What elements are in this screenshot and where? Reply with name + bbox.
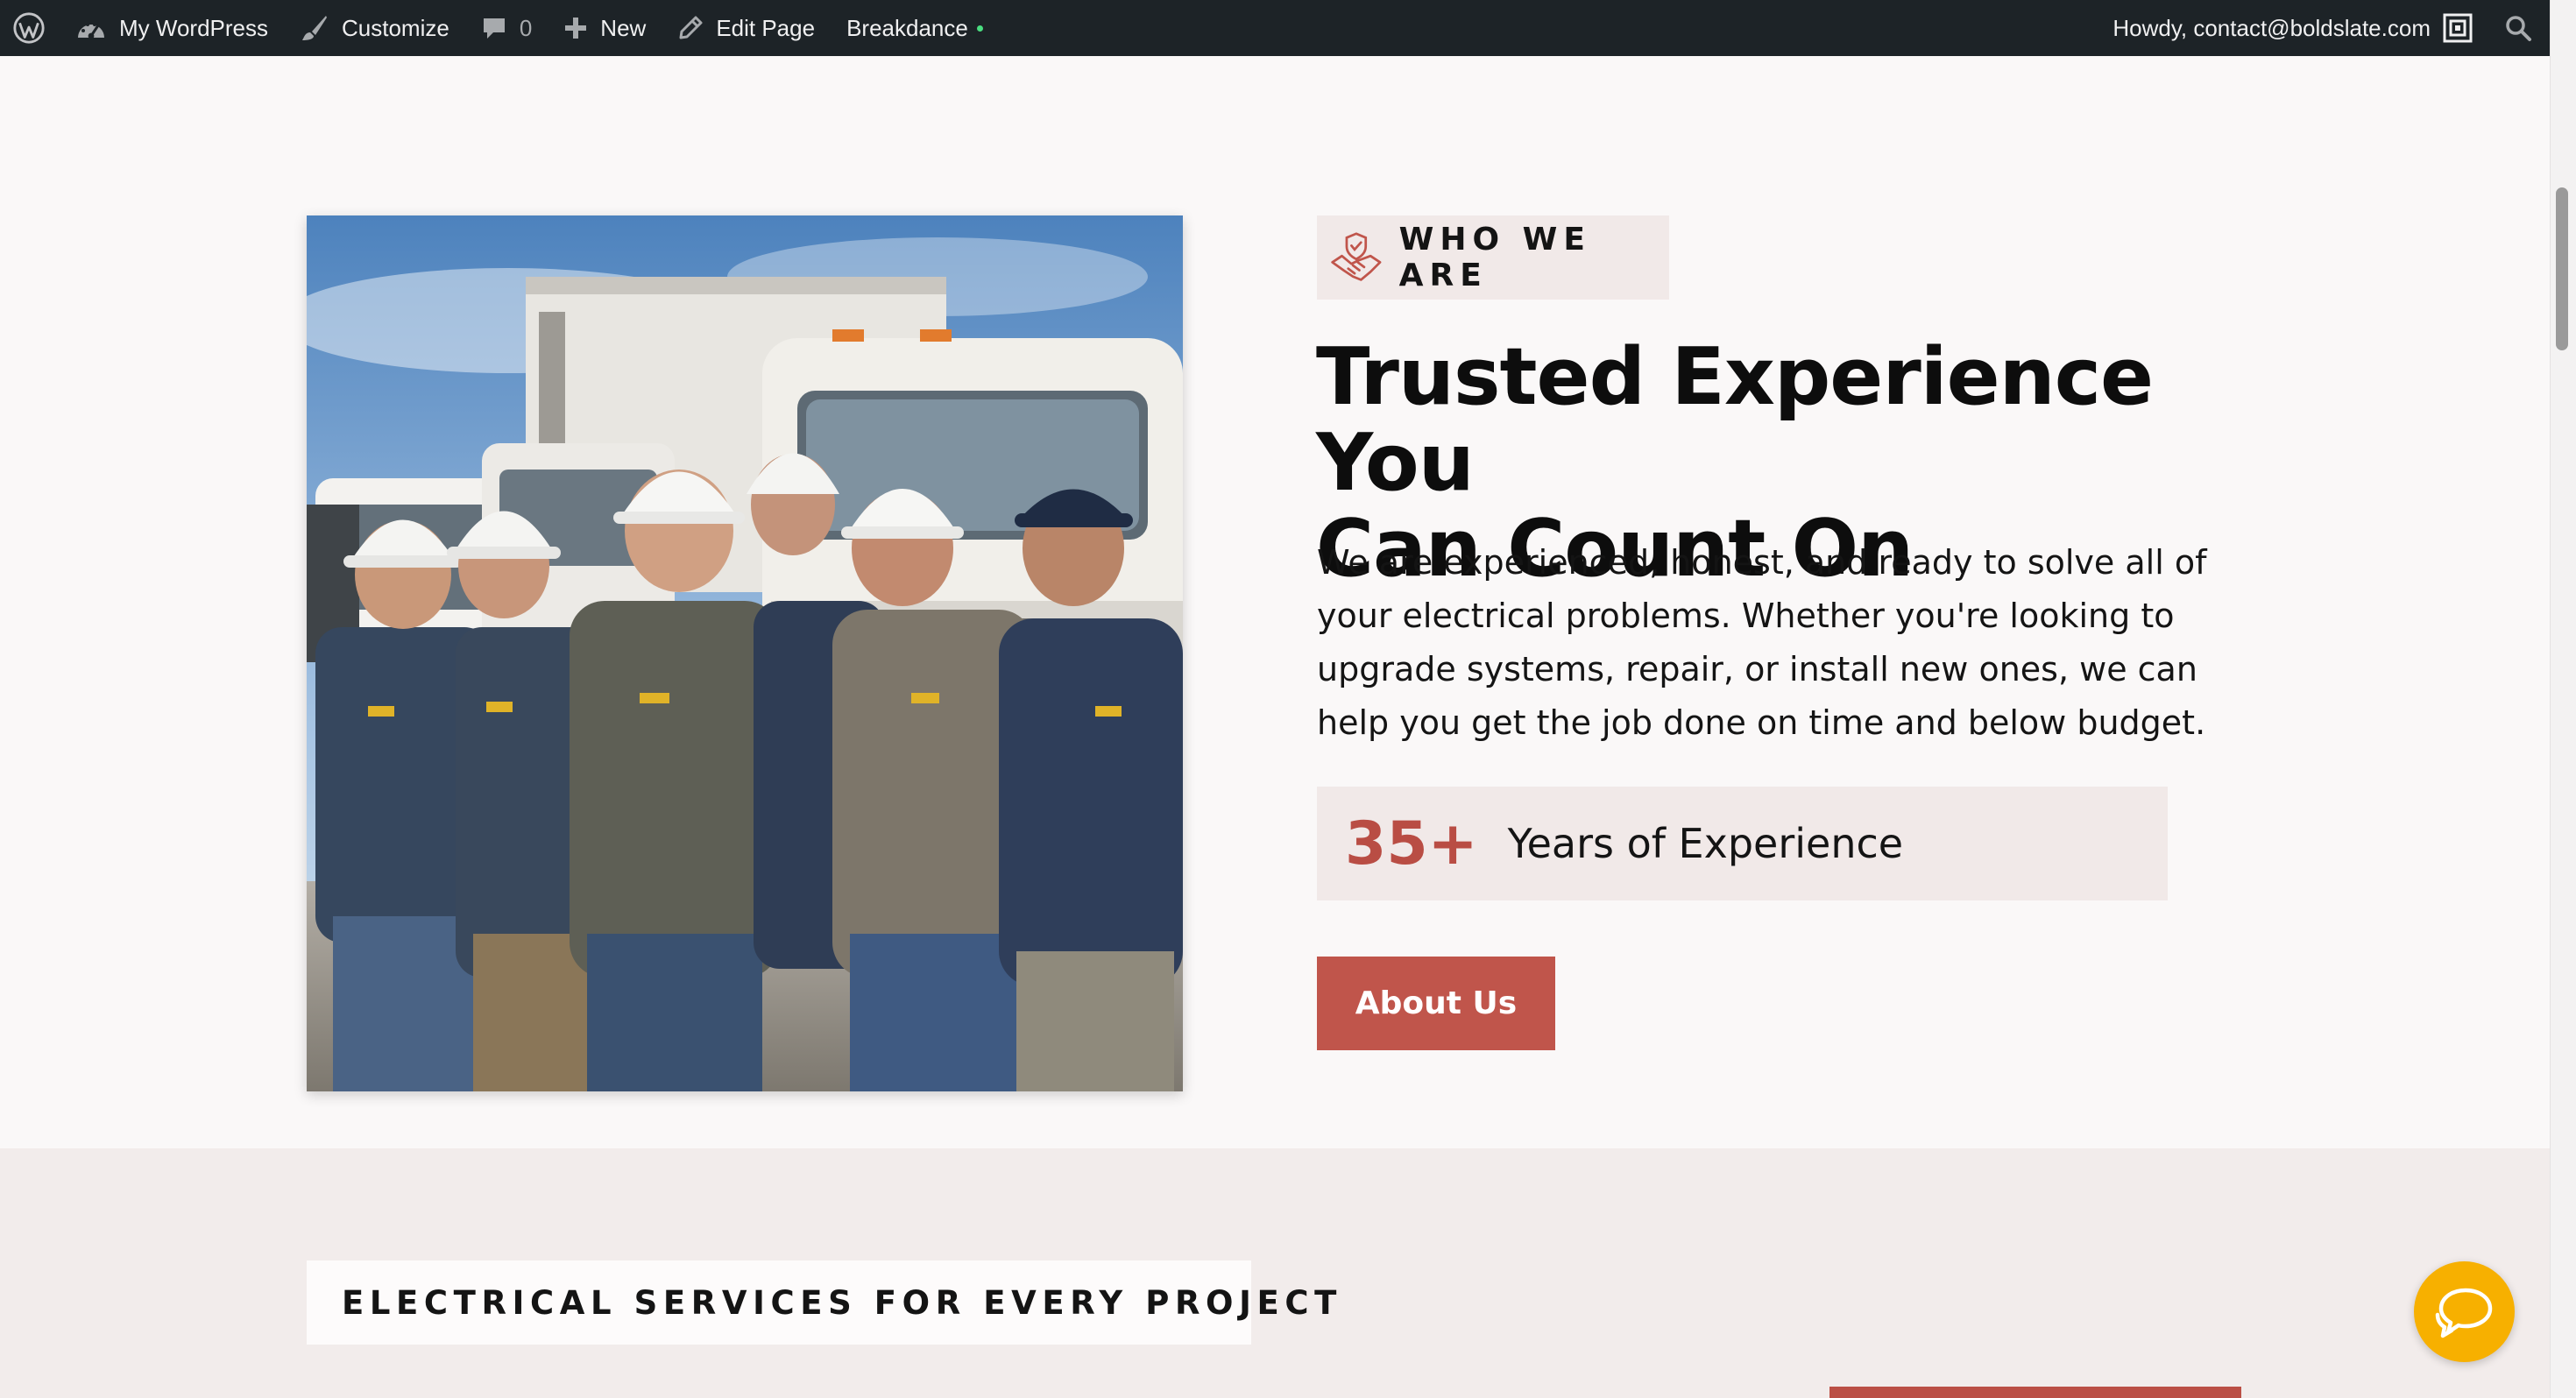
admin-bar: My WordPress Customize 0 New Edit Page B… [0,0,2550,56]
page: My WordPress Customize 0 New Edit Page B… [0,0,2576,1398]
customize-link[interactable]: Customize [284,0,465,56]
my-account-menu[interactable]: Howdy, contact@boldslate.com [2097,0,2488,56]
avatar-icon [2443,13,2473,43]
pencil-icon [679,16,703,39]
search-icon [2506,16,2531,41]
edit-page-link[interactable]: Edit Page [662,0,831,56]
edit-page-label: Edit Page [716,14,816,41]
howdy-label: Howdy, contact@boldslate.com [2112,14,2431,41]
new-content-menu[interactable]: New [548,0,662,56]
new-label: New [600,14,647,41]
about-us-button[interactable]: About Us [1317,957,1555,1050]
scrollbar-thumb[interactable] [2556,187,2568,350]
services-section: ELECTRICAL SERVICES FOR EVERY PROJECT [0,1148,2550,1398]
services-badge-label: ELECTRICAL SERVICES FOR EVERY PROJECT [342,1283,1342,1322]
stat-value: 35+ [1345,808,1478,879]
team-photo-illustration [307,215,1183,1091]
about-description: We are experienced, honest, and ready to… [1317,543,2207,742]
plus-icon [565,18,587,39]
site-name-label: My WordPress [119,14,268,41]
about-section: WHO WE ARE Trusted Experience You Can Co… [0,56,2550,1148]
team-photo [307,215,1183,1091]
who-we-are-label: WHO WE ARE [1398,222,1591,293]
who-we-are-badge: WHO WE ARE [1317,215,1669,300]
handshake-shield-icon [1331,232,1382,281]
site-name-menu[interactable]: My WordPress [60,0,284,56]
headline-line-1: Trusted Experience You [1316,331,2154,509]
stat-label: Years of Experience [1507,820,1904,867]
services-badge: ELECTRICAL SERVICES FOR EVERY PROJECT [307,1260,1336,1345]
dashboard-icon [78,23,104,39]
chat-bubbles-icon [2435,1288,2492,1338]
experience-stat: 35+ Years of Experience [1317,787,2168,900]
search-button[interactable] [2488,0,2550,56]
breakdance-menu[interactable]: Breakdance [831,0,999,56]
chat-button[interactable] [2414,1261,2515,1362]
status-dot [976,25,983,32]
wordpress-menu[interactable] [0,0,60,56]
comments-link[interactable]: 0 [465,0,548,56]
customize-label: Customize [342,14,449,41]
services-button-partial[interactable] [1829,1387,2241,1398]
comment-bubble-icon [483,18,505,39]
paintbrush-icon [302,16,327,40]
wordpress-logo-icon [13,12,45,44]
comments-count: 0 [519,14,533,41]
breakdance-label: Breakdance [846,14,968,41]
